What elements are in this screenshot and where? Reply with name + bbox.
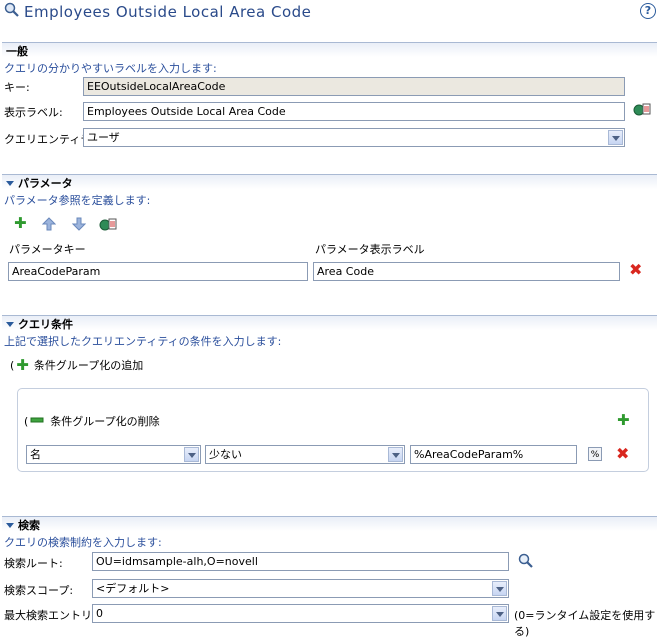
entity-select[interactable]: ユーザ (83, 128, 625, 147)
section-title-conditions: クエリ条件 (18, 318, 73, 331)
search-icon[interactable] (518, 553, 534, 572)
chevron-down-icon[interactable] (492, 581, 507, 596)
localize-icon[interactable] (633, 101, 651, 122)
param-key-field[interactable]: AreaCodeParam (8, 262, 308, 281)
section-header-general: 一般 (2, 42, 657, 58)
query-search-icon (4, 2, 20, 22)
collapse-triangle-icon[interactable] (6, 322, 14, 327)
section-header-search[interactable]: 検索 (2, 516, 657, 532)
search-scope-value: <デフォルト> (96, 582, 170, 595)
search-scope-select[interactable]: <デフォルト> (92, 579, 509, 598)
delete-condition-icon[interactable]: ✖ (616, 446, 629, 462)
key-field[interactable]: EEOutsideLocalAreaCode (83, 77, 625, 96)
condition-operator-value: 少ない (209, 448, 242, 461)
chevron-down-icon[interactable] (492, 606, 507, 621)
display-label-label: 表示ラベル: (4, 106, 63, 119)
page-title-bar: Employees Outside Local Area Code (4, 2, 311, 22)
add-parameter-icon[interactable]: ✚ (14, 216, 27, 231)
condition-value-field[interactable]: %AreaCodeParam% (410, 445, 577, 464)
key-label: キー: (4, 81, 30, 94)
move-up-icon[interactable] (41, 217, 57, 234)
add-group-icon: ✚ (16, 356, 29, 374)
section-header-parameters[interactable]: パラメータ (2, 174, 657, 190)
chevron-down-icon[interactable] (608, 130, 623, 145)
condition-attribute-value: 名 (30, 448, 41, 461)
help-icon[interactable]: ? (640, 3, 656, 19)
param-key-column-header: パラメータキー (9, 243, 86, 256)
entity-select-value: ユーザ (87, 131, 120, 144)
add-condition-icon[interactable]: ✚ (617, 413, 630, 428)
max-entries-label: 最大検索エントリ: (4, 609, 96, 622)
remove-condition-group-label: 条件グループ化の削除 (50, 415, 160, 428)
delete-parameter-icon[interactable]: ✖ (629, 262, 642, 278)
open-paren: ( (24, 414, 29, 428)
condition-operator-select[interactable]: 少ない (205, 445, 405, 464)
section-title-search: 検索 (18, 519, 40, 532)
section-title-parameters: パラメータ (18, 177, 73, 190)
max-entries-value: 0 (96, 607, 103, 620)
page-title: Employees Outside Local Area Code (24, 3, 312, 21)
param-display-field[interactable]: Area Code (313, 262, 620, 281)
chevron-down-icon[interactable] (388, 447, 403, 462)
parameters-description: パラメータ参照を定義します: (4, 194, 151, 207)
max-entries-hint: (0=ランタイム設定を使用する) (514, 609, 656, 638)
section-header-conditions[interactable]: クエリ条件 (2, 315, 657, 331)
max-entries-select[interactable]: 0 (92, 604, 509, 623)
add-condition-group-link[interactable]: ( ✚ 条件グループ化の追加 (10, 357, 143, 373)
remove-condition-group-link[interactable]: ( 条件グループ化の削除 (24, 413, 160, 429)
search-root-label: 検索ルート: (4, 557, 63, 570)
condition-attribute-select[interactable]: 名 (26, 445, 201, 464)
add-condition-group-label: 条件グループ化の追加 (33, 359, 144, 372)
search-scope-label: 検索スコープ: (4, 584, 74, 597)
collapse-triangle-icon[interactable] (6, 181, 14, 186)
collapse-triangle-icon[interactable] (6, 523, 14, 528)
open-paren: ( (10, 358, 15, 372)
conditions-description: 上記で選択したクエリエンティティの条件を入力します: (4, 335, 282, 348)
search-root-field[interactable]: OU=idmsample-alh,O=novell (92, 552, 509, 571)
search-description: クエリの検索制約を入力します: (4, 536, 162, 549)
section-title-general: 一般 (6, 45, 28, 58)
display-label-field[interactable]: Employees Outside Local Area Code (83, 102, 625, 121)
general-description: クエリの分かりやすいラベルを入力します: (4, 62, 217, 75)
remove-group-icon (30, 415, 44, 428)
parameter-insert-icon[interactable]: % (588, 447, 602, 461)
param-display-column-header: パラメータ表示ラベル (315, 243, 425, 256)
move-down-icon[interactable] (71, 217, 87, 234)
chevron-down-icon[interactable] (184, 447, 199, 462)
localize-parameters-icon[interactable] (99, 216, 117, 237)
